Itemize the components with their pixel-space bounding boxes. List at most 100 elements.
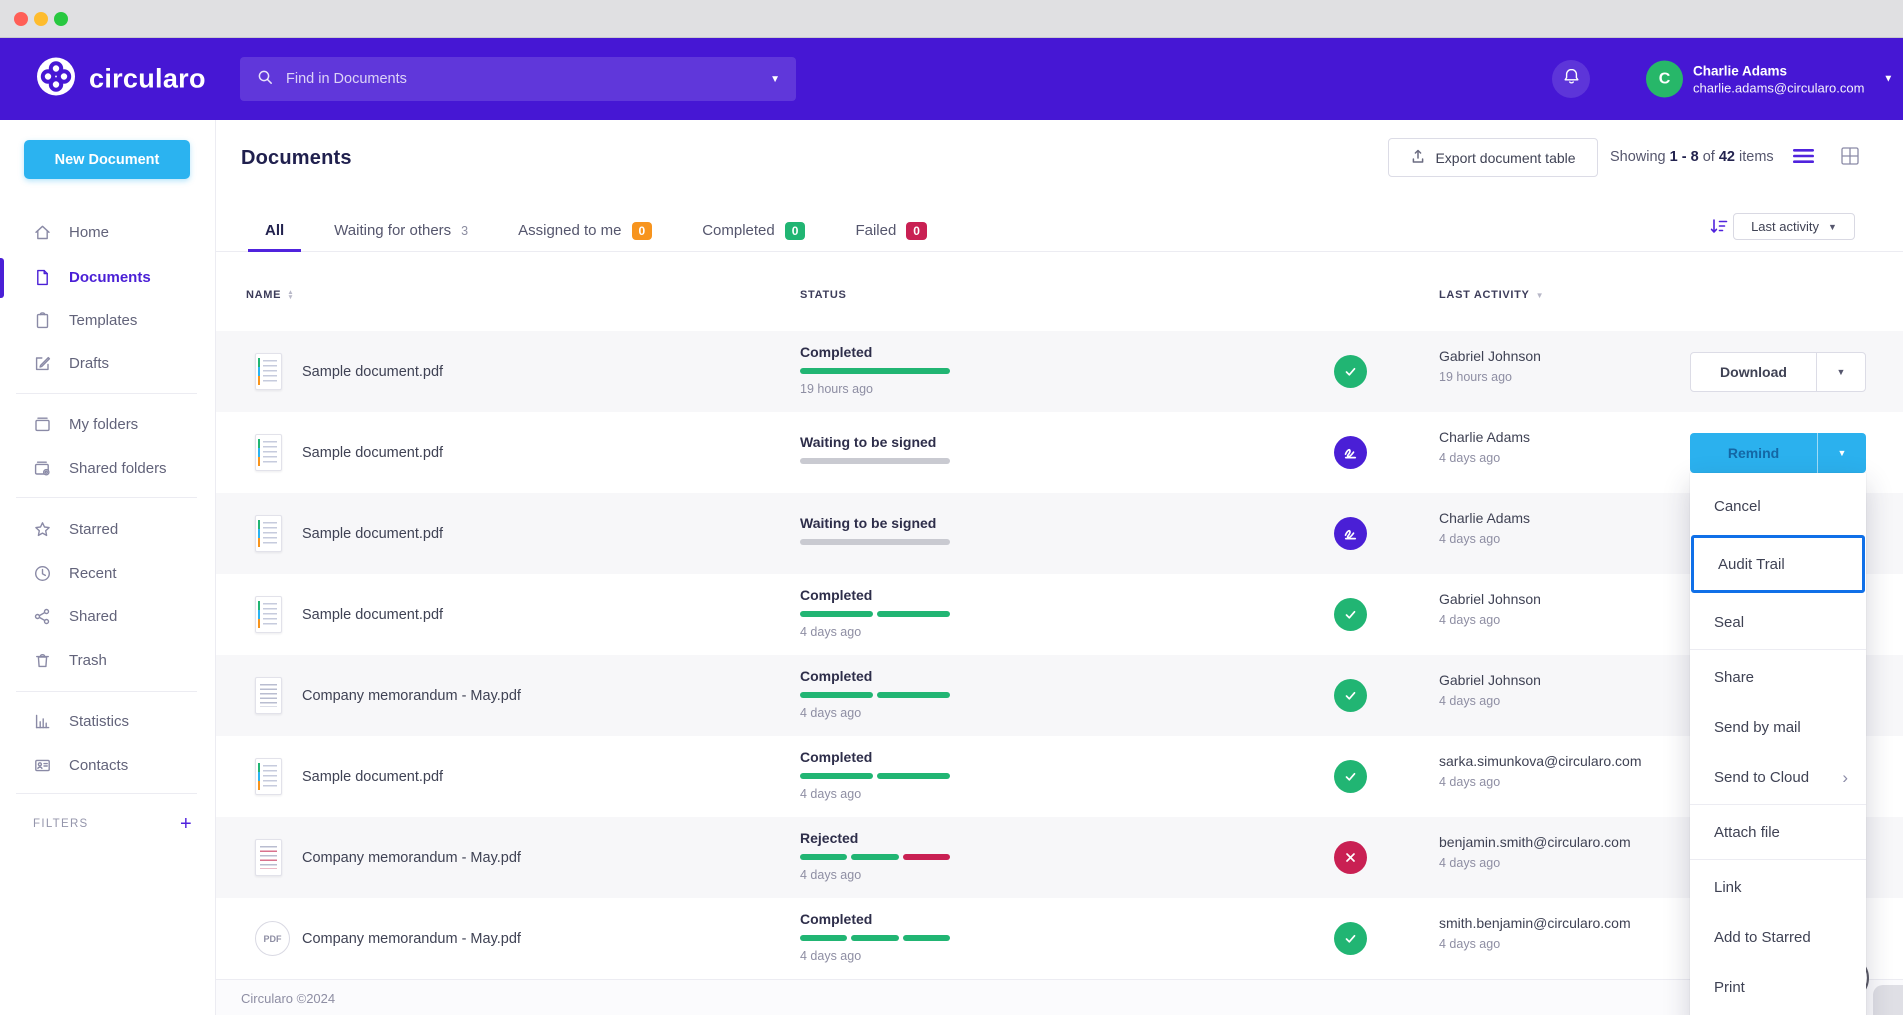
document-thumbnail-icon	[255, 839, 282, 876]
column-header-last-activity[interactable]: LAST ACTIVITY ▼	[1439, 289, 1544, 301]
table-row[interactable]: Sample document.pdf Completed 19 hours a…	[216, 331, 1903, 412]
tab-completed[interactable]: Completed 0	[702, 210, 805, 251]
last-activity-cell: Charlie Adams 4 days ago	[1439, 510, 1530, 546]
last-activity-cell: Charlie Adams 4 days ago	[1439, 429, 1530, 465]
menu-item-cancel[interactable]: Cancel	[1690, 481, 1866, 531]
circularo-logo-icon	[36, 57, 76, 102]
search-icon	[256, 68, 274, 91]
last-activity-cell: smith.benjamin@circularo.com 4 days ago	[1439, 915, 1631, 951]
menu-item-print[interactable]: Print	[1690, 962, 1866, 1012]
more-actions-chevron-icon[interactable]: ▼	[1816, 353, 1865, 391]
menu-item-send-to-cloud[interactable]: Send to Cloud ›	[1690, 752, 1866, 802]
tab-assigned-to-me[interactable]: Assigned to me 0	[518, 210, 652, 251]
export-document-table-button[interactable]: Export document table	[1388, 138, 1598, 177]
add-filter-button[interactable]: +	[180, 814, 193, 834]
showing-total: 42	[1719, 149, 1735, 165]
menu-item-attach-file[interactable]: Attach file	[1690, 807, 1866, 857]
close-window-button[interactable]	[14, 12, 28, 26]
menu-item-audit-trail[interactable]: Audit Trail	[1694, 538, 1862, 590]
minimize-window-button[interactable]	[34, 12, 48, 26]
sidebar-item-contacts[interactable]: Contacts	[0, 747, 215, 783]
sidebar-item-my-folders[interactable]: My folders	[0, 406, 215, 442]
tab-waiting-for-others[interactable]: Waiting for others 3	[334, 210, 468, 251]
filters-label: FILTERS	[33, 818, 89, 830]
document-name[interactable]: Company memorandum - May.pdf	[302, 850, 521, 866]
menu-item-seal[interactable]: Seal	[1690, 597, 1866, 647]
table-row[interactable]: Sample document.pdf Completed 4 days ago…	[216, 574, 1903, 655]
global-search[interactable]: ▼	[240, 57, 796, 101]
tab-count: 3	[461, 224, 468, 238]
user-menu[interactable]: C Charlie Adams charlie.adams@circularo.…	[1646, 61, 1893, 98]
table-row[interactable]: Sample document.pdf Waiting to be signed…	[216, 412, 1903, 493]
download-split-button[interactable]: Download ▼	[1690, 352, 1866, 392]
brand-logo[interactable]: circularo	[36, 57, 206, 102]
document-thumbnail-icon	[255, 434, 282, 471]
status-cell: Completed 4 days ago	[800, 668, 950, 720]
document-thumbnail-icon	[255, 353, 282, 390]
sidebar-item-documents[interactable]: Documents	[0, 259, 215, 295]
more-actions-chevron-icon[interactable]: ▼	[1817, 433, 1866, 473]
maximize-window-button[interactable]	[54, 12, 68, 26]
document-name[interactable]: Sample document.pdf	[302, 364, 443, 380]
sidebar-divider	[16, 393, 197, 394]
grid-view-icon	[1841, 147, 1859, 170]
window-title-bar	[0, 0, 1903, 38]
menu-item-send-by-mail[interactable]: Send by mail	[1690, 702, 1866, 752]
document-name[interactable]: Sample document.pdf	[302, 526, 443, 542]
trash-icon	[33, 651, 52, 670]
user-menu-chevron-icon: ▼	[1883, 74, 1893, 85]
table-row[interactable]: Company memorandum - May.pdf Rejected 4 …	[216, 817, 1903, 898]
table-row[interactable]: Sample document.pdf Completed 4 days ago…	[216, 736, 1903, 817]
last-activity-cell: Gabriel Johnson 4 days ago	[1439, 591, 1541, 627]
status-completed-icon	[1334, 760, 1367, 793]
document-name[interactable]: Company memorandum - May.pdf	[302, 931, 521, 947]
column-header-name[interactable]: NAME ▲▼	[246, 289, 294, 301]
menu-item-share[interactable]: Share	[1690, 652, 1866, 702]
tab-badge: 0	[785, 222, 806, 240]
sidebar-item-shared[interactable]: Shared	[0, 598, 215, 634]
document-name[interactable]: Sample document.pdf	[302, 445, 443, 461]
sort-direction-icon[interactable]	[1709, 216, 1729, 236]
table-row[interactable]: PDF Company memorandum - May.pdf Complet…	[216, 898, 1903, 979]
sidebar-item-statistics[interactable]: Statistics	[0, 703, 215, 739]
menu-divider	[1690, 859, 1866, 860]
document-name[interactable]: Sample document.pdf	[302, 769, 443, 785]
last-activity-cell: Gabriel Johnson 19 hours ago	[1439, 348, 1541, 384]
tab-all[interactable]: All	[265, 210, 284, 251]
document-name[interactable]: Company memorandum - May.pdf	[302, 688, 521, 704]
progress-bar	[800, 773, 950, 779]
sidebar-item-recent[interactable]: Recent	[0, 555, 215, 591]
sidebar-item-templates[interactable]: Templates	[0, 302, 215, 338]
list-view-toggle[interactable]	[1791, 146, 1815, 170]
search-input[interactable]	[286, 71, 758, 87]
grid-view-toggle[interactable]	[1838, 146, 1862, 170]
menu-item-add-to-starred[interactable]: Add to Starred	[1690, 912, 1866, 962]
row-actions-menu: Cancel Audit Trail Seal Share Send by ma…	[1690, 473, 1866, 1015]
sort-by-dropdown[interactable]: Last activity ▼	[1733, 213, 1855, 240]
progress-bar	[800, 458, 950, 464]
menu-item-audit-trail-highlight: Audit Trail	[1691, 535, 1865, 593]
menu-divider	[1690, 649, 1866, 650]
notifications-button[interactable]	[1552, 60, 1590, 98]
search-scope-chevron-icon[interactable]: ▼	[770, 74, 780, 85]
sidebar-item-home[interactable]: Home	[0, 214, 215, 250]
user-email: charlie.adams@circularo.com	[1693, 81, 1864, 96]
sidebar-item-starred[interactable]: Starred	[0, 511, 215, 547]
sidebar-item-shared-folders[interactable]: Shared folders	[0, 450, 215, 486]
new-document-button[interactable]: New Document	[24, 140, 190, 179]
table-row[interactable]: Company memorandum - May.pdf Completed 4…	[216, 655, 1903, 736]
sidebar-divider	[16, 497, 197, 498]
folder-icon	[33, 415, 52, 434]
document-name[interactable]: Sample document.pdf	[302, 607, 443, 623]
showing-range: 1 - 8	[1670, 149, 1699, 165]
tab-badge: 0	[906, 222, 927, 240]
sidebar-item-trash[interactable]: Trash	[0, 642, 215, 678]
sidebar-item-drafts[interactable]: Drafts	[0, 345, 215, 381]
column-header-status[interactable]: STATUS	[800, 289, 847, 301]
table-row[interactable]: Sample document.pdf Waiting to be signed…	[216, 493, 1903, 574]
tab-failed[interactable]: Failed 0	[855, 210, 927, 251]
menu-item-link[interactable]: Link	[1690, 862, 1866, 912]
progress-bar	[800, 692, 950, 698]
remind-split-button[interactable]: Remind ▼	[1690, 433, 1866, 473]
filters-section: FILTERS +	[33, 812, 193, 836]
